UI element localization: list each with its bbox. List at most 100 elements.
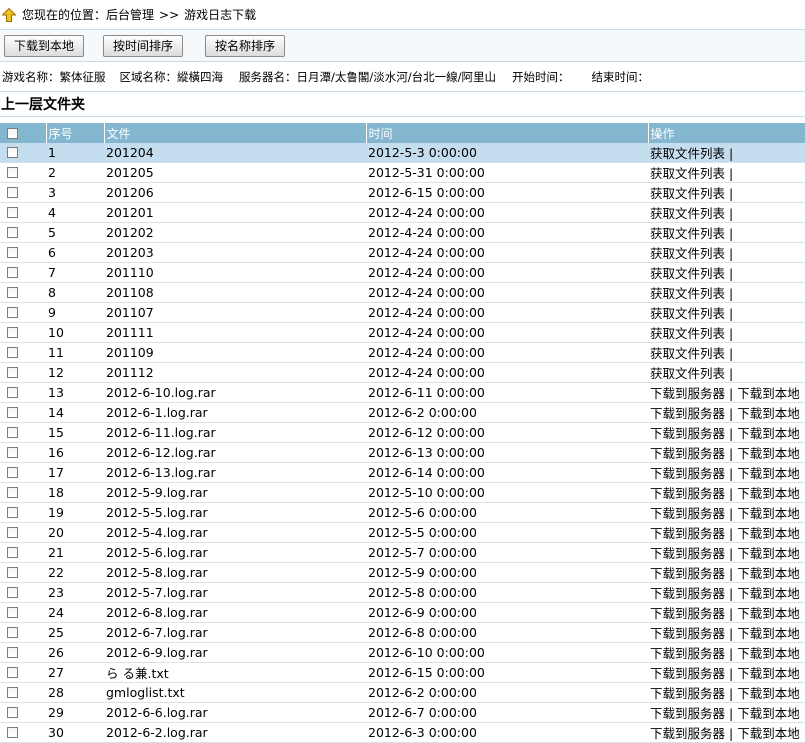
download-to-local-link[interactable]: 下载到本地	[737, 466, 800, 481]
row-checkbox[interactable]	[7, 647, 18, 658]
sort-by-time-button[interactable]: 按时间排序	[103, 34, 184, 57]
download-to-server-link[interactable]: 下载到服务器	[650, 686, 725, 701]
table-row[interactable]: 24 2012-6-8.log.rar 2012-6-9 0:00:00 下载到服务器…	[0, 602, 805, 623]
row-checkbox[interactable]	[7, 527, 18, 538]
download-to-server-link[interactable]: 下载到服务器	[650, 586, 725, 601]
get-file-list-link[interactable]: 获取文件列表	[650, 246, 725, 261]
table-row[interactable]: 17 2012-6-13.log.rar 2012-6-14 0:00:00 下载到服…	[0, 462, 805, 483]
download-to-server-link[interactable]: 下载到服务器	[650, 646, 725, 661]
download-local-button[interactable]: 下载到本地	[4, 34, 85, 57]
download-to-server-link[interactable]: 下载到服务器	[650, 426, 725, 441]
download-to-local-link[interactable]: 下载到本地	[737, 526, 800, 541]
parent-folder-link[interactable]: 上一层文件夹	[0, 92, 805, 117]
row-checkbox[interactable]	[7, 427, 18, 438]
download-to-server-link[interactable]: 下载到服务器	[650, 506, 725, 521]
row-checkbox[interactable]	[7, 147, 18, 158]
row-checkbox[interactable]	[7, 347, 18, 358]
download-to-local-link[interactable]: 下载到本地	[737, 686, 800, 701]
table-row[interactable]: 25 2012-6-7.log.rar 2012-6-8 0:00:00 下载到服务器…	[0, 622, 805, 643]
table-row[interactable]: 2 201205 2012-5-31 0:00:00 获取文件列表 |	[0, 162, 805, 183]
table-row[interactable]: 7 201110 2012-4-24 0:00:00 获取文件列表 |	[0, 262, 805, 283]
row-checkbox[interactable]	[7, 507, 18, 518]
download-to-server-link[interactable]: 下载到服务器	[650, 626, 725, 641]
download-to-local-link[interactable]: 下载到本地	[737, 486, 800, 501]
table-row[interactable]: 22 2012-5-8.log.rar 2012-5-9 0:00:00 下载到服务器…	[0, 562, 805, 583]
download-to-server-link[interactable]: 下载到服务器	[650, 546, 725, 561]
download-to-local-link[interactable]: 下载到本地	[737, 446, 800, 461]
row-checkbox[interactable]	[7, 467, 18, 478]
get-file-list-link[interactable]: 获取文件列表	[650, 166, 725, 181]
table-row[interactable]: 26 2012-6-9.log.rar 2012-6-10 0:00:00 下载到服务…	[0, 642, 805, 663]
table-row[interactable]: 12 201112 2012-4-24 0:00:00 获取文件列表 |	[0, 362, 805, 383]
get-file-list-link[interactable]: 获取文件列表	[650, 206, 725, 221]
download-to-local-link[interactable]: 下载到本地	[737, 566, 800, 581]
row-checkbox[interactable]	[7, 187, 18, 198]
table-row[interactable]: 19 2012-5-5.log.rar 2012-5-6 0:00:00 下载到服务器…	[0, 502, 805, 523]
breadcrumb-home[interactable]: 后台管理	[106, 6, 154, 23]
column-header-file[interactable]: 文件	[104, 123, 367, 143]
column-header-time[interactable]: 时间	[366, 123, 649, 143]
row-checkbox[interactable]	[7, 267, 18, 278]
table-row[interactable]: 27 ら る兼.txt 2012-6-15 0:00:00 下载到服务器 | 下载到本地	[0, 662, 805, 683]
download-to-local-link[interactable]: 下载到本地	[737, 406, 800, 421]
download-to-local-link[interactable]: 下载到本地	[737, 546, 800, 561]
table-row[interactable]: 10 201111 2012-4-24 0:00:00 获取文件列表 |	[0, 322, 805, 343]
download-to-server-link[interactable]: 下载到服务器	[650, 406, 725, 421]
get-file-list-link[interactable]: 获取文件列表	[650, 346, 725, 361]
row-checkbox[interactable]	[7, 487, 18, 498]
table-row[interactable]: 9 201107 2012-4-24 0:00:00 获取文件列表 |	[0, 302, 805, 323]
get-file-list-link[interactable]: 获取文件列表	[650, 366, 725, 381]
get-file-list-link[interactable]: 获取文件列表	[650, 266, 725, 281]
row-checkbox[interactable]	[7, 367, 18, 378]
download-to-server-link[interactable]: 下载到服务器	[650, 566, 725, 581]
row-checkbox[interactable]	[7, 687, 18, 698]
table-row[interactable]: 18 2012-5-9.log.rar 2012-5-10 0:00:00 下载到服务…	[0, 482, 805, 503]
download-to-local-link[interactable]: 下载到本地	[737, 386, 800, 401]
table-row[interactable]: 3 201206 2012-6-15 0:00:00 获取文件列表 |	[0, 182, 805, 203]
row-checkbox[interactable]	[7, 227, 18, 238]
download-to-local-link[interactable]: 下载到本地	[737, 666, 800, 681]
download-to-server-link[interactable]: 下载到服务器	[650, 706, 725, 721]
row-checkbox[interactable]	[7, 387, 18, 398]
column-header-no[interactable]: 序号	[46, 123, 105, 143]
table-row[interactable]: 20 2012-5-4.log.rar 2012-5-5 0:00:00 下载到服务器…	[0, 522, 805, 543]
download-to-server-link[interactable]: 下载到服务器	[650, 726, 725, 741]
row-checkbox[interactable]	[7, 587, 18, 598]
download-to-local-link[interactable]: 下载到本地	[737, 706, 800, 721]
get-file-list-link[interactable]: 获取文件列表	[650, 286, 725, 301]
row-checkbox[interactable]	[7, 567, 18, 578]
download-to-local-link[interactable]: 下载到本地	[737, 586, 800, 601]
download-to-server-link[interactable]: 下载到服务器	[650, 666, 725, 681]
row-checkbox[interactable]	[7, 707, 18, 718]
table-row[interactable]: 13 2012-6-10.log.rar 2012-6-11 0:00:00 下载到服…	[0, 382, 805, 403]
download-to-local-link[interactable]: 下载到本地	[737, 426, 800, 441]
table-row[interactable]: 5 201202 2012-4-24 0:00:00 获取文件列表 |	[0, 222, 805, 243]
table-row[interactable]: 28 gmloglist.txt 2012-6-2 0:00:00 下载到服务器 | 下载…	[0, 682, 805, 703]
get-file-list-link[interactable]: 获取文件列表	[650, 226, 725, 241]
download-to-server-link[interactable]: 下载到服务器	[650, 526, 725, 541]
table-row[interactable]: 6 201203 2012-4-24 0:00:00 获取文件列表 |	[0, 242, 805, 263]
get-file-list-link[interactable]: 获取文件列表	[650, 186, 725, 201]
table-row[interactable]: 8 201108 2012-4-24 0:00:00 获取文件列表 |	[0, 282, 805, 303]
row-checkbox[interactable]	[7, 207, 18, 218]
row-checkbox[interactable]	[7, 607, 18, 618]
table-row[interactable]: 14 2012-6-1.log.rar 2012-6-2 0:00:00 下载到服务器…	[0, 402, 805, 423]
row-checkbox[interactable]	[7, 407, 18, 418]
table-row[interactable]: 16 2012-6-12.log.rar 2012-6-13 0:00:00 下载到服…	[0, 442, 805, 463]
row-checkbox[interactable]	[7, 627, 18, 638]
get-file-list-link[interactable]: 获取文件列表	[650, 326, 725, 341]
table-row[interactable]: 29 2012-6-6.log.rar 2012-6-7 0:00:00 下载到服务器…	[0, 702, 805, 723]
download-to-local-link[interactable]: 下载到本地	[737, 726, 800, 741]
download-to-local-link[interactable]: 下载到本地	[737, 506, 800, 521]
download-to-local-link[interactable]: 下载到本地	[737, 626, 800, 641]
row-checkbox[interactable]	[7, 727, 18, 738]
download-to-server-link[interactable]: 下载到服务器	[650, 386, 725, 401]
get-file-list-link[interactable]: 获取文件列表	[650, 146, 725, 161]
select-all-checkbox[interactable]	[7, 127, 18, 139]
table-row[interactable]: 21 2012-5-6.log.rar 2012-5-7 0:00:00 下载到服务器…	[0, 542, 805, 563]
row-checkbox[interactable]	[7, 167, 18, 178]
sort-by-name-button[interactable]: 按名称排序	[205, 34, 286, 57]
table-row[interactable]: 23 2012-5-7.log.rar 2012-5-8 0:00:00 下载到服务器…	[0, 582, 805, 603]
download-to-server-link[interactable]: 下载到服务器	[650, 466, 725, 481]
row-checkbox[interactable]	[7, 327, 18, 338]
